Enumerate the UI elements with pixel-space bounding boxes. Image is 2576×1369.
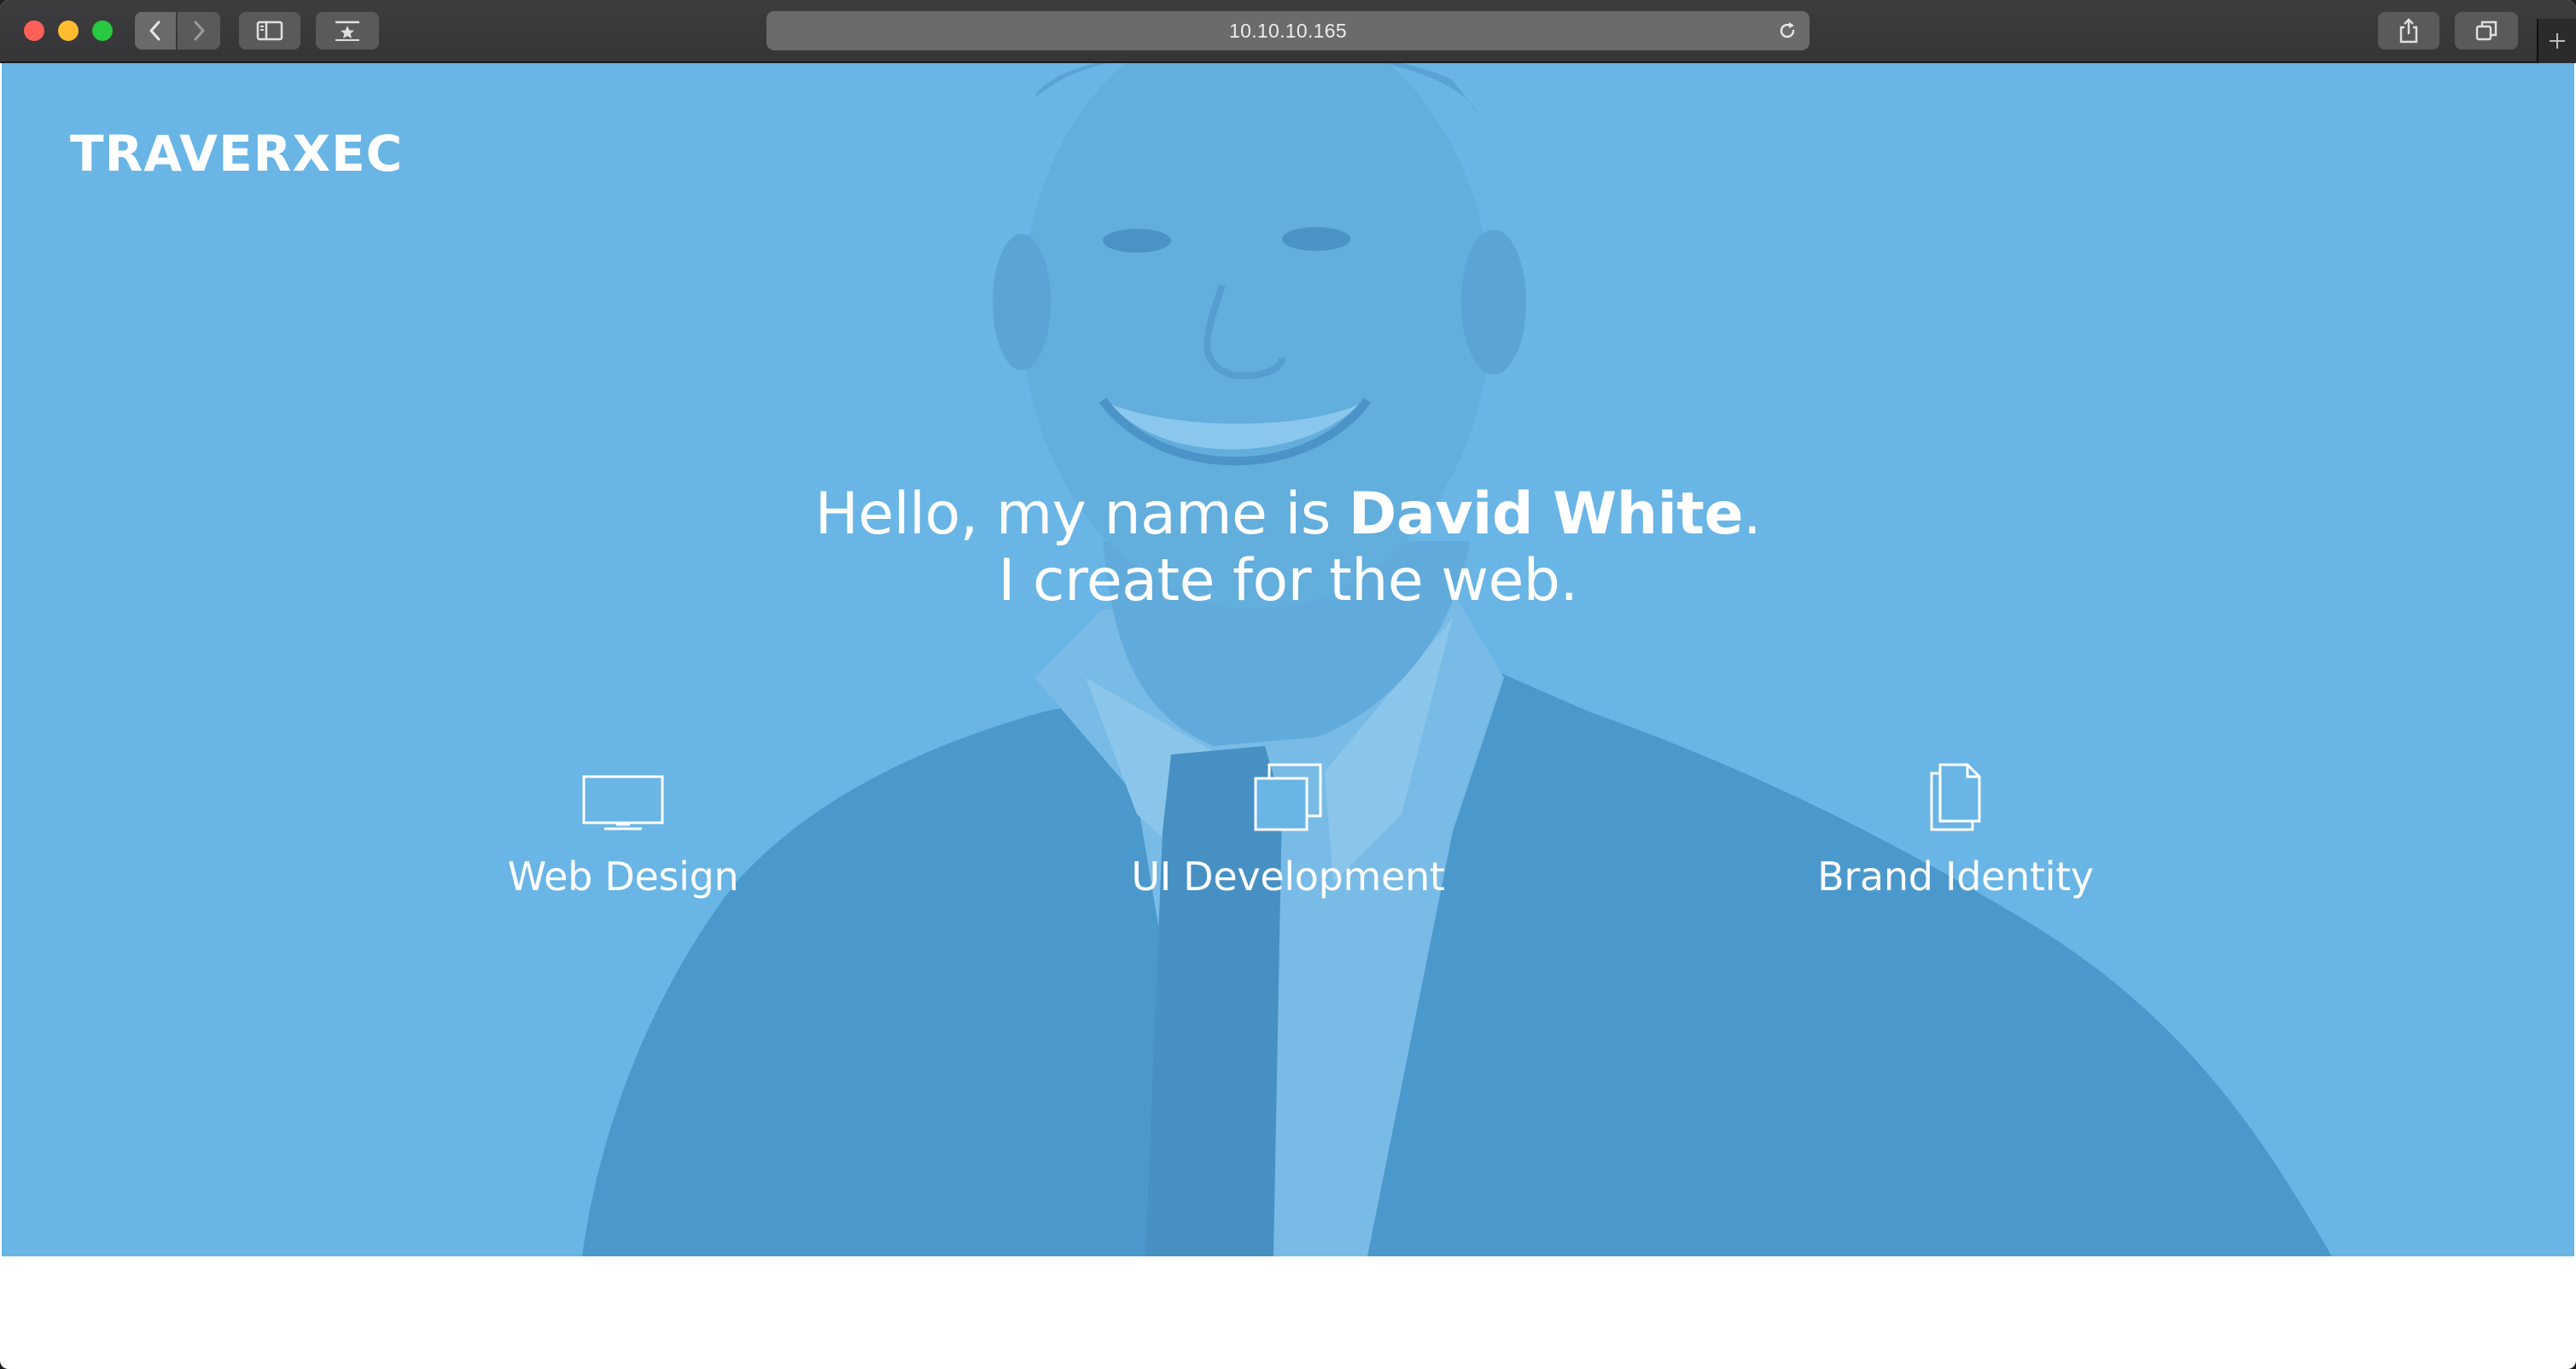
- hero-portrait-image: [582, 63, 2332, 1256]
- service-label: Web Design: [507, 853, 739, 900]
- sidebar-icon: [256, 20, 283, 41]
- tab-overview-button[interactable]: [2455, 12, 2518, 50]
- stacked-windows-icon: [1254, 763, 1322, 831]
- chevron-right-icon: [194, 20, 205, 41]
- greeting-suffix: .: [1743, 481, 1762, 548]
- sidebar-toggle-button[interactable]: [239, 12, 300, 50]
- share-icon: [2399, 18, 2418, 44]
- address-bar[interactable]: 10.10.10.165: [766, 11, 1810, 50]
- minimize-window-button[interactable]: [58, 20, 79, 41]
- url-text: 10.10.10.165: [1229, 19, 1347, 42]
- share-button[interactable]: [2378, 12, 2439, 50]
- browser-toolbar: 10.10.10.165: [0, 0, 2576, 63]
- close-window-button[interactable]: [24, 20, 44, 41]
- service-brand-identity: Brand Identity: [1742, 746, 2169, 900]
- tabs-overview-icon: [2475, 20, 2497, 41]
- hero-tagline: I create for the web.: [998, 547, 1578, 615]
- plus-icon: [2550, 33, 2565, 49]
- forward-button[interactable]: [178, 12, 220, 50]
- hero-headline: Hello, my name is David White. I create …: [2, 481, 2574, 615]
- service-label: Brand Identity: [1817, 853, 2094, 900]
- monitor-icon: [582, 775, 664, 830]
- service-web-design: Web Design: [410, 746, 836, 900]
- service-label: UI Development: [1131, 853, 1445, 900]
- zoom-window-button[interactable]: [92, 20, 113, 41]
- page-viewport: TRAVERXEC Hello, my name is David White.…: [2, 63, 2574, 1367]
- hero-greeting: Hello, my name is David White.: [2, 481, 2574, 548]
- documents-icon: [1930, 763, 1981, 831]
- hero-name: David White: [1348, 481, 1744, 548]
- back-button[interactable]: [135, 12, 176, 50]
- service-ui-development: UI Development: [1075, 746, 1501, 900]
- bookmarks-star-icon: [335, 20, 359, 41]
- greeting-prefix: Hello, my name is: [814, 481, 1349, 548]
- new-tab-button[interactable]: [2537, 19, 2576, 63]
- reload-icon[interactable]: [1777, 20, 1798, 41]
- site-logo[interactable]: TRAVERXEC: [70, 125, 403, 183]
- chevron-left-icon: [149, 20, 160, 41]
- hero-section: TRAVERXEC Hello, my name is David White.…: [2, 63, 2574, 1256]
- browser-window: 10.10.10.165 TRAVERXEC Hello, my name is…: [0, 0, 2576, 1369]
- bookmarks-button[interactable]: [316, 12, 379, 50]
